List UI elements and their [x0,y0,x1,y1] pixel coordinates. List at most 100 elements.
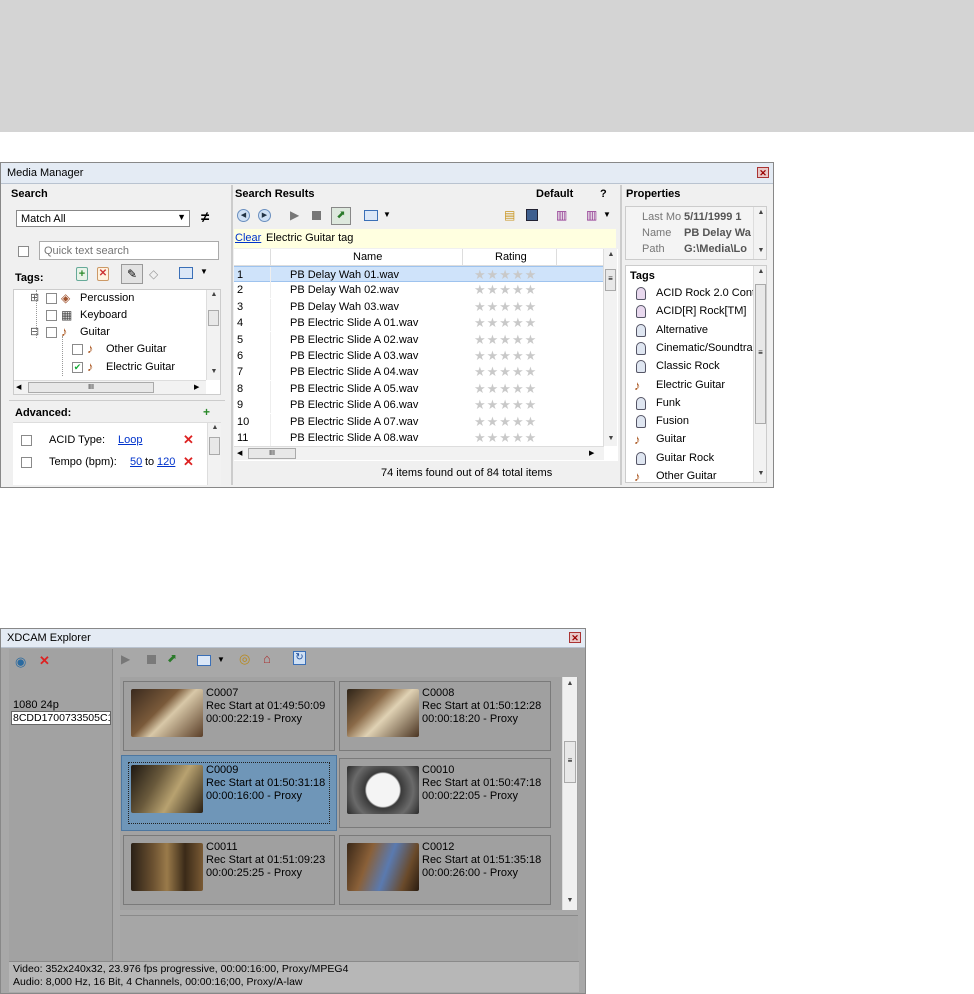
tags-scrollbar[interactable]: ▲ ≡ ▼ [753,266,766,482]
scroll-down-icon[interactable]: ▼ [754,470,766,477]
criteria-checkbox[interactable] [21,435,32,446]
clip-card[interactable]: C0010 Rec Start at 01:50:47:18 00:00:22:05… [339,758,551,828]
scroll-thumb[interactable]: ≡ [605,269,616,291]
expander-icon[interactable]: ⊞ [30,291,39,304]
not-equal-button[interactable]: ≠ [201,209,209,226]
tempo-min-link[interactable]: 50 [130,456,142,468]
scroll-up-icon[interactable]: ▲ [604,251,618,258]
stop-icon[interactable] [147,655,156,664]
chart-icon[interactable]: ▥ [556,208,567,222]
rating-stars[interactable]: ★★★★★ [474,315,537,331]
rating-stars[interactable]: ★★★★★ [474,397,537,413]
table-row[interactable]: 8 PB Electric Slide A 05.wav ★★★★★ [234,380,604,397]
view-mode-icon[interactable] [364,210,378,221]
tag-item[interactable]: ACID Rock 2.0 Cont [634,285,764,303]
preset-label[interactable]: Default [536,188,573,200]
close-button[interactable]: ✕ [569,632,581,643]
tree-item-other-guitar[interactable]: ♪ Other Guitar [56,341,206,358]
import-clip-icon[interactable]: ◎ [239,651,250,667]
scroll-up-icon[interactable]: ▲ [207,291,220,298]
tree-checkbox[interactable] [46,293,57,304]
scroll-up-icon[interactable]: ▲ [563,680,577,687]
scroll-down-icon[interactable]: ▼ [604,435,618,442]
scroll-thumb[interactable] [209,437,220,455]
rating-stars[interactable]: ★★★★★ [474,332,537,348]
tempo-max-link[interactable]: 120 [157,456,175,468]
tree-horizontal-scrollbar[interactable]: ◀ III ▶ [14,380,206,394]
table-row[interactable]: 2 PB Delay Wah 02.wav ★★★★★ [234,282,604,299]
tag-item[interactable]: ♪ Electric Guitar [634,377,764,395]
remove-criteria-icon[interactable]: ✕ [183,432,194,448]
add-tag-icon[interactable]: + [76,267,88,281]
quick-search-checkbox[interactable] [18,245,29,257]
clip-card[interactable]: C0008 Rec Start at 01:50:12:28 00:00:18:20… [339,681,551,751]
rating-stars[interactable]: ★★★★★ [474,430,537,446]
match-mode-select[interactable]: Match All ▼ [16,210,190,227]
scroll-thumb[interactable]: III [248,448,296,459]
table-row[interactable]: 1 PB Delay Wah 01.wav ★★★★★ [234,266,604,283]
remove-criteria-icon[interactable]: ✕ [183,454,194,470]
table-row[interactable]: 3 PB Delay Wah 03.wav ★★★★★ [234,298,604,315]
tree-item-percussion[interactable]: ⊞ ◈ Percussion [30,291,210,307]
scroll-right-icon[interactable]: ▶ [589,449,594,457]
view-dropdown-chevron-icon[interactable]: ▼ [200,267,208,276]
scroll-right-icon[interactable]: ▶ [194,383,199,391]
tag-item[interactable]: Classic Rock [634,358,764,376]
rating-stars[interactable]: ★★★★★ [474,267,537,283]
tag-item[interactable]: Alternative [634,322,764,340]
auto-preview-icon[interactable]: ⬈ [331,207,351,225]
scroll-up-icon[interactable]: ▲ [754,268,766,275]
advanced-vertical-scrollbar[interactable]: ▲ [207,423,221,485]
table-row[interactable]: 11 PB Electric Slide A 08.wav ★★★★★ [234,430,604,446]
tree-checkbox[interactable] [46,327,57,338]
quick-search-input[interactable] [39,241,219,260]
eject-icon[interactable]: ✕ [39,653,50,669]
tree-checkbox[interactable] [46,310,57,321]
clip-card[interactable]: C0009 Rec Start at 01:50:31:18 00:00:16:00… [121,755,337,831]
clip-grid-scrollbar[interactable]: ▲ ≡ ▼ [562,677,577,910]
clip-card[interactable]: C0011 Rec Start at 01:51:09:23 00:00:25:25… [123,835,335,905]
scroll-down-icon[interactable]: ▼ [563,897,577,904]
import-disc-icon[interactable]: ◉ [15,654,26,670]
eraser-icon[interactable]: ◇ [149,267,158,281]
clip-card[interactable]: C0007 Rec Start at 01:49:50:09 00:00:22:19… [123,681,335,751]
scroll-thumb[interactable]: ≡ [564,741,576,783]
rating-stars[interactable]: ★★★★★ [474,299,537,315]
tag-item[interactable]: ♪ Guitar [634,431,764,449]
forward-icon[interactable]: ▶ [258,209,271,222]
tree-vertical-scrollbar[interactable]: ▲ ▼ [206,290,220,380]
acid-type-value-link[interactable]: Loop [118,434,142,446]
rating-stars[interactable]: ★★★★★ [474,348,537,364]
scroll-left-icon[interactable]: ◀ [237,449,242,457]
tree-checkbox[interactable] [72,344,83,355]
clear-filter-link[interactable]: Clear [235,232,261,244]
refresh-icon[interactable]: ↻ [293,651,306,665]
table-row[interactable]: 6 PB Electric Slide A 03.wav ★★★★★ [234,348,604,364]
scroll-thumb[interactable] [208,310,219,326]
pane-splitter[interactable] [620,185,622,485]
scroll-up-icon[interactable]: ▲ [754,209,766,216]
criteria-checkbox[interactable] [21,457,32,468]
scroll-thumb[interactable]: ≡ [755,284,766,424]
play-icon[interactable]: ▶ [290,208,299,222]
view-options-icon[interactable] [179,267,193,279]
tag-item[interactable]: Cinematic/Soundtrac [634,340,764,358]
chart-options-icon[interactable]: ▥ [586,208,597,222]
play-icon[interactable]: ▶ [121,652,130,666]
results-horizontal-scrollbar[interactable]: ◀ III ▶ [234,446,604,460]
disc-id[interactable]: 8CDD1700733505C1 [11,711,111,725]
auto-preview-icon[interactable]: ⬈ [167,651,177,665]
rating-stars[interactable]: ★★★★★ [474,414,537,430]
view-mode-chevron-icon[interactable]: ▼ [217,655,225,664]
scroll-down-icon[interactable]: ▼ [207,368,220,375]
stop-icon[interactable] [312,211,321,220]
tag-item[interactable]: Fusion [634,413,764,431]
view-mode-icon[interactable] [197,655,211,666]
column-header-name[interactable]: Name [353,251,382,263]
results-vertical-scrollbar[interactable]: ▲ ≡ ▼ [603,249,617,446]
tree-item-keyboard[interactable]: ▦ Keyboard [30,308,210,324]
delete-tag-icon[interactable]: ✕ [97,267,109,281]
table-row[interactable]: 7 PB Electric Slide A 04.wav ★★★★★ [234,364,604,381]
clip-card[interactable]: C0012 Rec Start at 01:51:35:18 00:00:26:00… [339,835,551,905]
scroll-down-icon[interactable]: ▼ [754,247,766,254]
